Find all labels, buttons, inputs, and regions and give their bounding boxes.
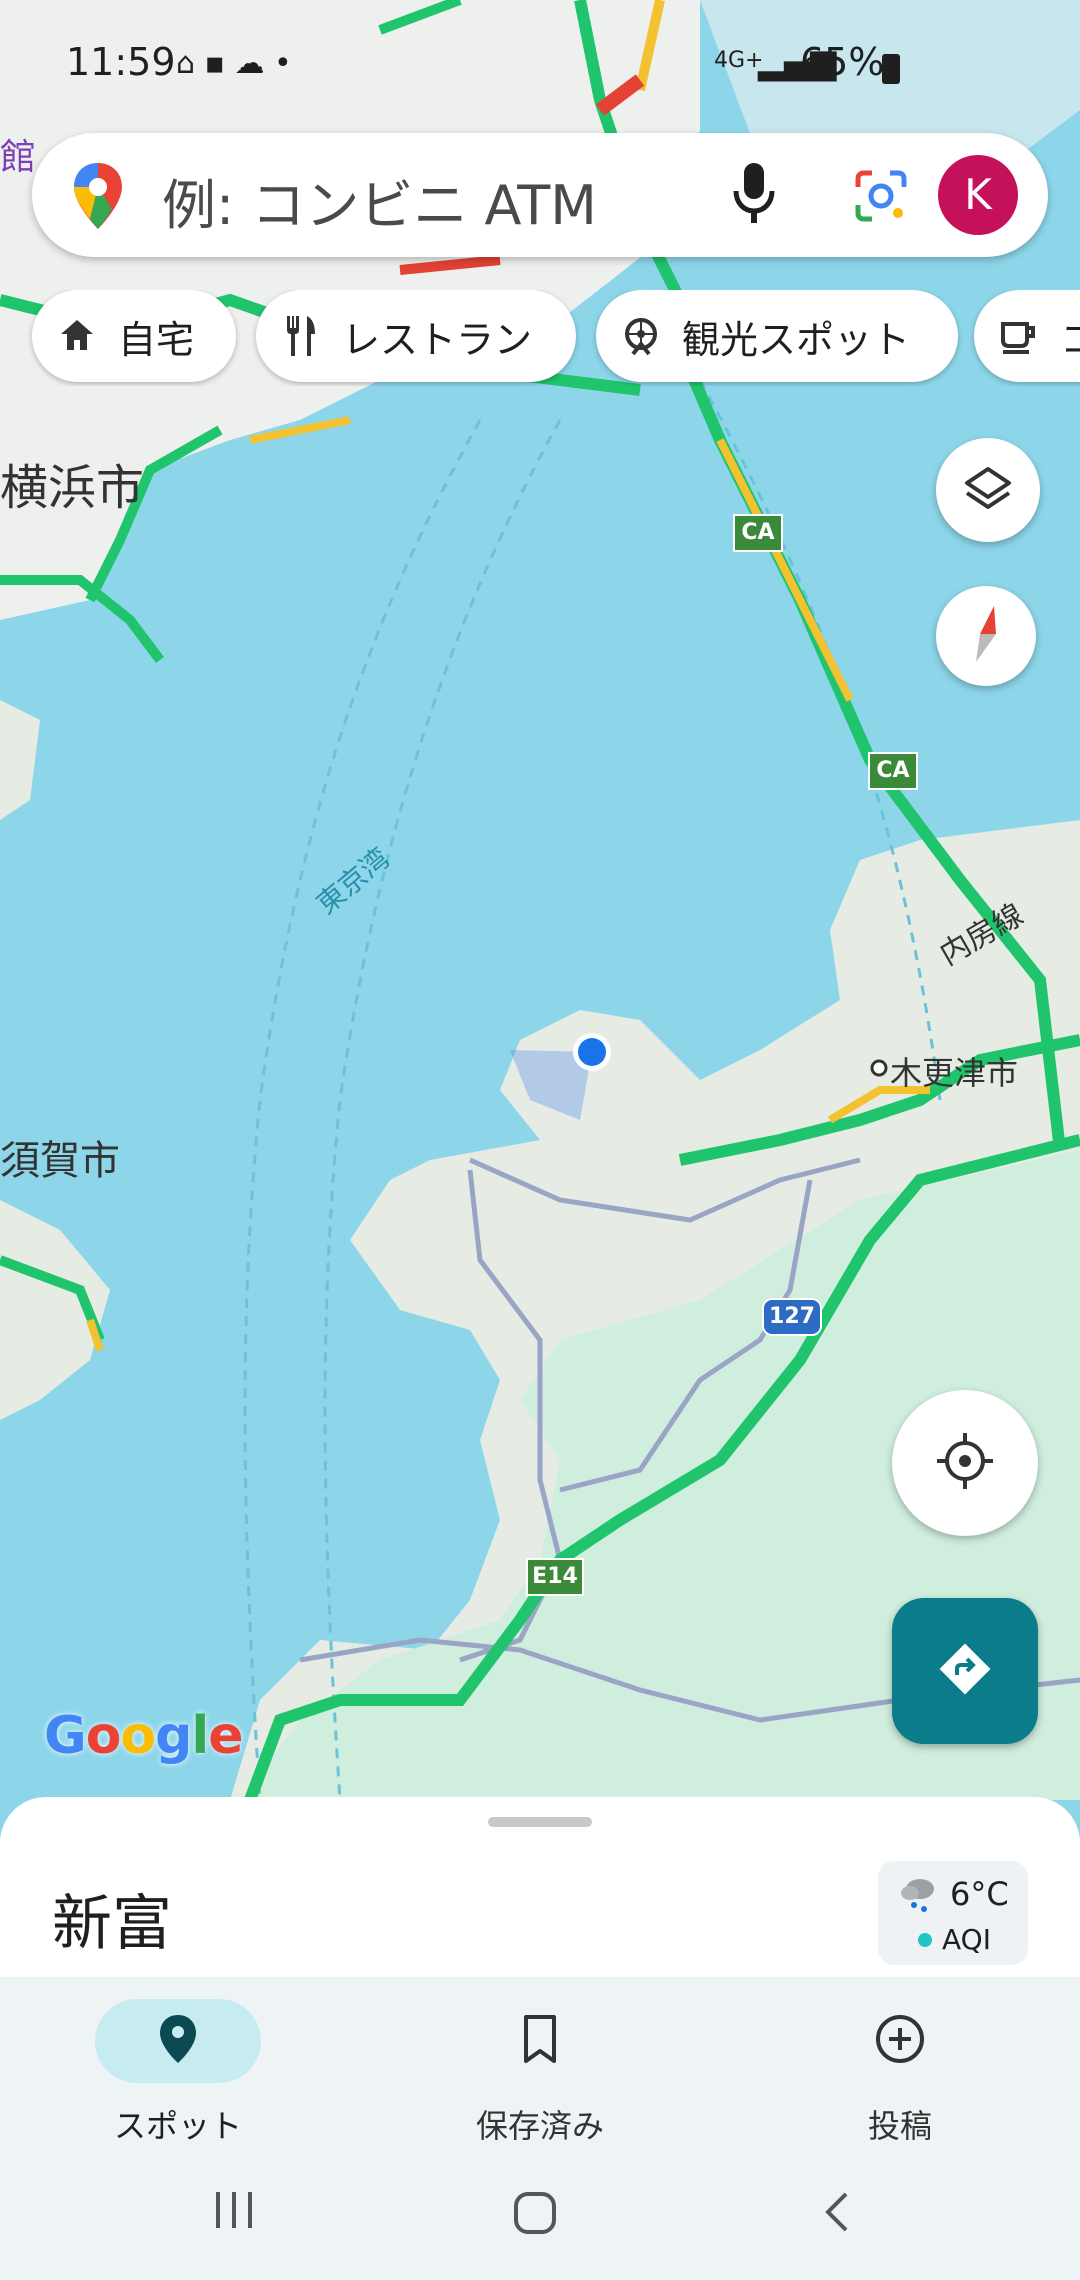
back-button[interactable] [820, 2190, 852, 2238]
directions-button[interactable] [892, 1598, 1038, 1744]
recents-button[interactable] [212, 2190, 256, 2234]
status-time: 11:59 [66, 40, 176, 84]
nav-contribute[interactable]: 投稿 [750, 1999, 1050, 2147]
map-label-kisarazu: 木更津市 [890, 1054, 1019, 1092]
road-shield-ca-1: CA [733, 514, 783, 552]
home-button[interactable] [512, 2190, 558, 2240]
lens-icon[interactable] [854, 169, 908, 227]
layers-button[interactable] [936, 438, 1040, 542]
chip-restaurant[interactable]: レストラン [256, 290, 576, 382]
weather-temp: 6°C [950, 1875, 1009, 1913]
restaurant-icon [278, 313, 324, 359]
status-battery: 65% [800, 40, 885, 84]
search-bar[interactable]: 例: コンビニ ATM K [32, 133, 1048, 257]
status-network: 4G+ [714, 48, 764, 73]
compass-button[interactable] [936, 586, 1036, 686]
chip-label: 自宅 [118, 317, 195, 362]
rain-cloud-icon [898, 1875, 938, 1923]
road-shield-e14: E14 [526, 1558, 584, 1596]
road-shield-ca-2: CA [868, 752, 918, 790]
category-chips: 自宅 レストラン 観光スポット コ [0, 290, 1080, 386]
explore-pin-icon [158, 2013, 198, 2069]
directions-icon [937, 1641, 993, 1701]
search-input[interactable]: 例: コンビニ ATM [162, 161, 597, 240]
nav-active-pill [95, 1999, 261, 2083]
coffee-icon [996, 313, 1042, 359]
layers-icon [963, 463, 1013, 517]
avatar[interactable]: K [938, 155, 1018, 235]
my-location-button[interactable] [892, 1390, 1038, 1536]
map-label-kan: 館 [0, 137, 37, 178]
nav-label: 投稿 [867, 2107, 932, 2145]
aqi-dot-icon [918, 1933, 932, 1947]
chip-label: レストラン [342, 317, 533, 362]
add-circle-icon [873, 2012, 927, 2070]
chip-coffee[interactable]: コ [974, 290, 1080, 382]
place-title: 新富 [52, 1889, 172, 1959]
google-logo: Google [44, 1706, 244, 1766]
status-notification-icons: ⌂ ▪ ☁ • [176, 46, 292, 81]
crosshair-icon [935, 1431, 995, 1495]
road-shield-127: 127 [762, 1298, 822, 1336]
place-sheet[interactable]: 新富 6°C AQI [0, 1797, 1080, 1977]
bookmark-icon [520, 2013, 560, 2069]
nav-label: 保存済み [475, 2107, 604, 2145]
chip-label: コ [1060, 317, 1080, 362]
map-label-yokohama: 横浜市 [0, 460, 145, 516]
attraction-icon [618, 313, 664, 359]
nav-saved[interactable]: 保存済み [390, 1999, 690, 2147]
nav-label: スポット [113, 2107, 242, 2145]
weather-aqi: AQI [942, 1923, 991, 1956]
compass-icon [966, 604, 1006, 668]
chip-home[interactable]: 自宅 [32, 290, 236, 382]
map-label-yokosuka: 須賀市 [0, 1138, 120, 1184]
home-icon [54, 313, 100, 359]
sheet-handle[interactable] [488, 1817, 592, 1827]
chip-attraction[interactable]: 観光スポット [596, 290, 958, 382]
weather-widget[interactable]: 6°C AQI [878, 1861, 1028, 1965]
battery-icon [882, 54, 900, 84]
chip-label: 観光スポット [682, 317, 911, 362]
status-bar: 11:59 ⌂ ▪ ☁ • 4G+ ▂▄▆ 65% [0, 40, 1080, 96]
mic-icon[interactable] [732, 161, 776, 231]
nav-explore[interactable]: スポット [28, 1999, 328, 2147]
maps-pin-logo-icon [72, 161, 124, 235]
